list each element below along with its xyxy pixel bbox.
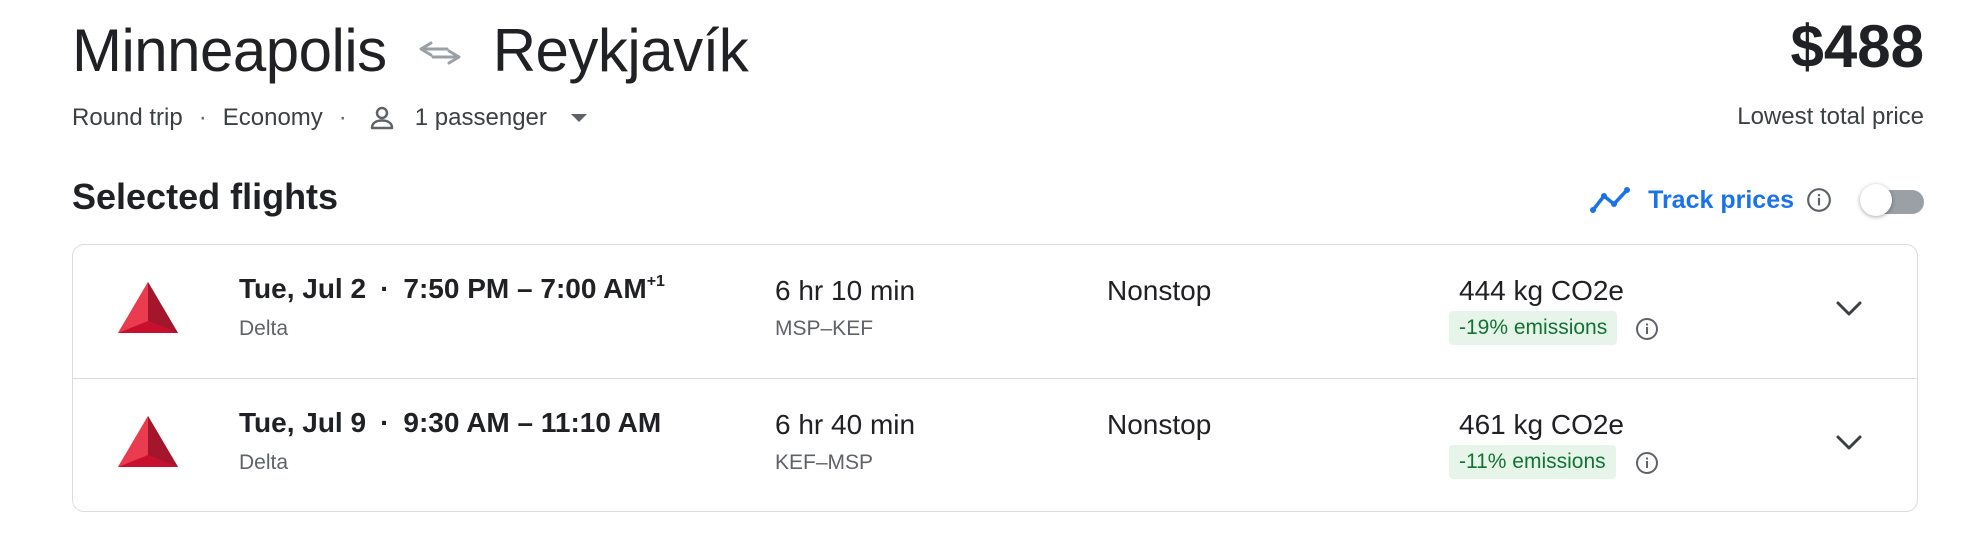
- time-dash: –: [517, 273, 533, 304]
- trip-options: Round trip · Economy · 1 passenger: [72, 100, 589, 136]
- expand-button[interactable]: [1831, 425, 1867, 461]
- track-prices: Track prices: [1590, 180, 1924, 220]
- trend-line-icon: [1590, 187, 1631, 213]
- arrive-time: 11:10 AM: [540, 407, 662, 438]
- separator-dot: ·: [338, 104, 347, 131]
- flight-times: Tue, Jul 2 · 7:50 PM – 7:00 AM+1: [239, 273, 665, 305]
- toggle-thumb: [1860, 184, 1892, 216]
- total-price: $488: [1790, 13, 1924, 80]
- track-prices-toggle[interactable]: [1860, 184, 1924, 216]
- stops-label: Nonstop: [1107, 409, 1212, 440]
- depart-time: 7:50 PM: [403, 273, 510, 304]
- chevron-down-icon: [1836, 435, 1862, 450]
- flight-date: Tue, Jul 9: [239, 407, 367, 438]
- separator-dot: ·: [380, 407, 390, 438]
- delta-logo-icon: [118, 416, 178, 467]
- swap-arrows-icon[interactable]: [417, 37, 463, 69]
- selected-flights-title: Selected flights: [72, 176, 339, 217]
- flight-row-outbound[interactable]: Tue, Jul 2 · 7:50 PM – 7:00 AM+1 Delta 6 h…: [73, 245, 1917, 378]
- flight-duration: 6 hr 10 min: [775, 275, 916, 306]
- track-prices-label[interactable]: Track prices: [1648, 186, 1794, 215]
- chevron-down-icon: [1836, 301, 1862, 316]
- caret-down-icon[interactable]: [569, 112, 589, 124]
- flight-row-return[interactable]: Tue, Jul 9 · 9:30 AM – 11:10 AM Delta 6 hr…: [73, 378, 1917, 511]
- delta-logo-icon: [118, 282, 178, 333]
- airport-codes: MSP–KEF: [775, 317, 874, 340]
- flight-booking-page: Minneapolis Reykjavík $488 Lowest total …: [0, 0, 1976, 556]
- flight-date: Tue, Jul 2: [239, 273, 367, 304]
- info-icon[interactable]: [1806, 187, 1832, 213]
- expand-button[interactable]: [1831, 291, 1867, 327]
- separator-dot: ·: [380, 273, 390, 304]
- emissions-badge: -11% emissions: [1449, 445, 1616, 479]
- stops-label: Nonstop: [1107, 275, 1212, 306]
- origin-city: Minneapolis: [72, 16, 387, 84]
- emissions-value: 461 kg CO2e: [1459, 409, 1624, 440]
- route-header: Minneapolis Reykjavík: [72, 12, 749, 88]
- info-icon[interactable]: [1635, 317, 1659, 341]
- cabin-class: Economy: [222, 104, 323, 131]
- price-label: Lowest total price: [1737, 103, 1924, 130]
- separator-dot: ·: [198, 104, 207, 131]
- airline-name: Delta: [239, 317, 289, 340]
- info-icon[interactable]: [1635, 451, 1659, 475]
- destination-city: Reykjavík: [492, 16, 749, 84]
- flight-times: Tue, Jul 9 · 9:30 AM – 11:10 AM: [239, 407, 661, 439]
- arrive-time: 7:00 AM: [540, 273, 647, 304]
- depart-time: 9:30 AM: [403, 407, 510, 438]
- flight-duration: 6 hr 40 min: [775, 409, 916, 440]
- airline-name: Delta: [239, 451, 289, 474]
- time-dash: –: [517, 407, 534, 438]
- airport-codes: KEF–MSP: [775, 451, 874, 474]
- emissions-badge: -19% emissions: [1449, 311, 1618, 345]
- day-offset: +1: [646, 272, 665, 290]
- emissions-value: 444 kg CO2e: [1459, 275, 1624, 306]
- selected-flights-card: Tue, Jul 2 · 7:50 PM – 7:00 AM+1 Delta 6 h…: [72, 244, 1918, 512]
- trip-type: Round trip: [72, 104, 183, 131]
- passenger-count[interactable]: 1 passenger: [415, 104, 547, 132]
- person-icon: [370, 106, 394, 130]
